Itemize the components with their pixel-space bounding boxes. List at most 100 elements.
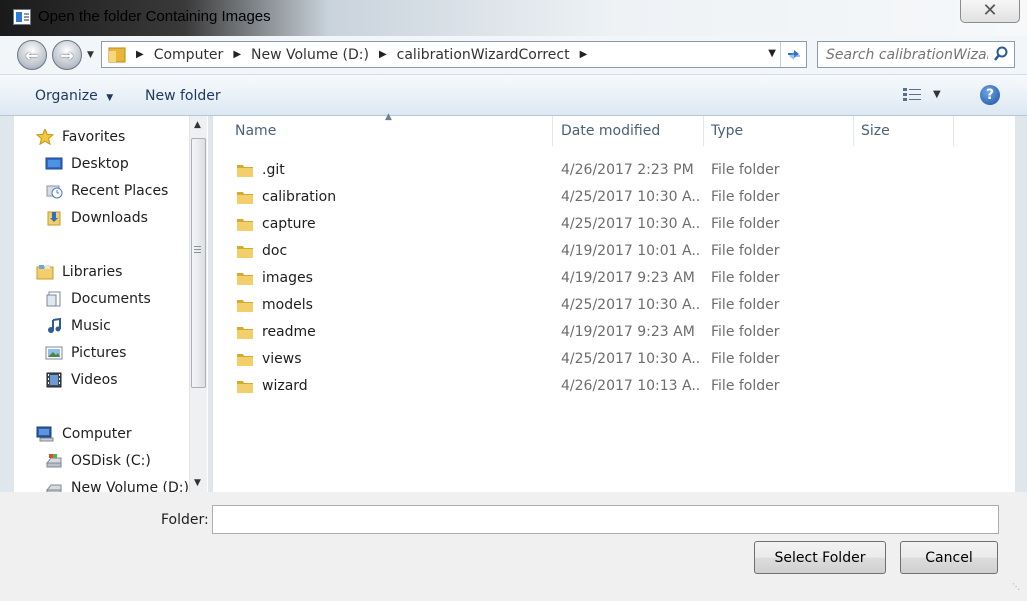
file-name: views: [262, 350, 302, 367]
libraries-icon: [36, 265, 54, 280]
title-bar: Open the folder Containing Images ✕: [0, 0, 1027, 36]
back-arrow-icon: ←: [25, 45, 39, 65]
column-header-size[interactable]: Size: [861, 116, 890, 146]
back-button[interactable]: ←: [17, 40, 47, 70]
file-type: File folder: [711, 296, 780, 313]
nav-item-label: Pictures: [71, 345, 127, 361]
column-divider[interactable]: [953, 116, 954, 146]
file-type: File folder: [711, 188, 780, 205]
folder-icon: [237, 326, 253, 339]
nav-item-label: Downloads: [71, 210, 148, 226]
desktop-icon: [45, 157, 63, 170]
nav-item-recent-places[interactable]: Recent Places: [45, 179, 168, 203]
breadcrumb-separator-icon[interactable]: ▶: [379, 49, 387, 60]
app-icon: [13, 9, 31, 25]
file-type: File folder: [711, 269, 780, 286]
table-row[interactable]: capture 4/25/2017 10:30 A... File folder: [213, 210, 1016, 237]
search-icon[interactable]: [993, 46, 1009, 62]
videos-icon: [46, 372, 62, 388]
column-divider[interactable]: [703, 116, 704, 146]
file-name: wizard: [262, 377, 308, 394]
forward-arrow-icon: →: [60, 45, 74, 65]
nav-item-desktop[interactable]: Desktop: [45, 152, 129, 176]
organize-button[interactable]: Organize ▼: [35, 88, 113, 104]
folder-icon: [237, 272, 253, 285]
resize-grip-icon[interactable]: ⋱: [1012, 582, 1020, 591]
search-box[interactable]: [817, 41, 1015, 68]
view-options-dropdown-icon[interactable]: ▼: [933, 89, 941, 100]
breadcrumb-computer[interactable]: Computer: [154, 47, 224, 63]
folder-icon: [237, 299, 253, 312]
table-row[interactable]: models 4/25/2017 10:30 A... File folder: [213, 291, 1016, 318]
nav-item-music[interactable]: Music: [45, 314, 111, 338]
address-bar[interactable]: ▶ Computer ▶ New Volume (D:) ▶ calibrati…: [101, 41, 807, 68]
chevron-down-icon: ▼: [106, 93, 114, 103]
nav-item-label: Recent Places: [71, 183, 169, 199]
column-header-name[interactable]: Name: [235, 116, 276, 146]
close-button[interactable]: ✕: [960, 0, 1020, 23]
scroll-up-arrow-icon[interactable]: ▲: [194, 120, 201, 130]
breadcrumb-new-volume[interactable]: New Volume (D:): [251, 47, 369, 63]
nav-item-documents[interactable]: Documents: [45, 287, 151, 311]
command-toolbar: Organize ▼ New folder ▼ ?: [0, 74, 1027, 116]
nav-favorites-label: Favorites: [62, 129, 126, 145]
nav-item-downloads[interactable]: Downloads: [45, 206, 148, 230]
table-row[interactable]: readme 4/19/2017 9:23 AM File folder: [213, 318, 1016, 345]
window-title: Open the folder Containing Images: [38, 8, 271, 25]
nav-item-new-volume[interactable]: New Volume (D:): [45, 476, 189, 492]
breadcrumb-separator-icon[interactable]: ▶: [233, 49, 241, 60]
select-folder-button[interactable]: Select Folder: [754, 541, 886, 574]
table-row[interactable]: views 4/25/2017 10:30 A... File folder: [213, 345, 1016, 372]
column-header-date-modified[interactable]: Date modified: [561, 116, 660, 146]
column-divider[interactable]: [552, 116, 553, 146]
file-list: ▲ Name Date modified Type Size .git 4/26…: [212, 112, 1016, 492]
nav-item-pictures[interactable]: Pictures: [45, 341, 126, 365]
column-header-type[interactable]: Type: [711, 116, 743, 146]
file-date-modified: 4/25/2017 10:30 A...: [561, 350, 701, 367]
file-type: File folder: [711, 377, 780, 394]
search-input[interactable]: [818, 42, 988, 67]
file-date-modified: 4/26/2017 2:23 PM: [561, 161, 694, 178]
refresh-icon: [787, 49, 800, 60]
nav-libraries[interactable]: Libraries: [36, 260, 122, 284]
organize-label: Organize: [35, 88, 98, 104]
nav-item-osdisk[interactable]: OSDisk (C:): [45, 449, 151, 473]
navigation-pane: Favorites Desktop Recent Places Download…: [14, 116, 208, 492]
table-row[interactable]: doc 4/19/2017 10:01 A... File folder: [213, 237, 1016, 264]
folder-label: Folder:: [161, 512, 209, 528]
nav-favorites[interactable]: Favorites: [36, 125, 125, 149]
table-row[interactable]: wizard 4/26/2017 10:13 A... File folder: [213, 372, 1016, 399]
file-name: readme: [262, 323, 316, 340]
star-icon: [36, 129, 54, 145]
address-dropdown-icon[interactable]: ▼: [768, 48, 776, 59]
folder-name-input[interactable]: [212, 505, 999, 534]
nav-item-videos[interactable]: Videos: [45, 368, 118, 392]
sort-ascending-icon: ▲: [385, 112, 392, 122]
breadcrumb-separator-icon[interactable]: ▶: [136, 49, 144, 60]
nav-item-label: Documents: [71, 291, 151, 307]
folder-icon: [237, 191, 253, 204]
documents-icon: [46, 291, 61, 307]
cancel-button[interactable]: Cancel: [900, 541, 998, 574]
downloads-icon: [47, 211, 61, 226]
help-icon[interactable]: ?: [980, 85, 1000, 105]
table-row[interactable]: calibration 4/25/2017 10:30 A... File fo…: [213, 183, 1016, 210]
breadcrumb-separator-icon[interactable]: ▶: [580, 49, 588, 60]
file-date-modified: 4/25/2017 10:30 A...: [561, 215, 701, 232]
breadcrumb-calibration-wizard-correct[interactable]: calibrationWizardCorrect: [397, 47, 570, 63]
scrollbar-thumb[interactable]: [191, 138, 206, 388]
change-view-icon[interactable]: [902, 87, 922, 103]
table-row[interactable]: images 4/19/2017 9:23 AM File folder: [213, 264, 1016, 291]
scroll-down-arrow-icon[interactable]: ▼: [194, 478, 201, 488]
recent-pages-dropdown-icon[interactable]: ▼: [87, 50, 94, 60]
new-folder-button[interactable]: New folder: [145, 88, 221, 104]
navigation-pane-scrollbar[interactable]: ▲ ▼: [189, 116, 207, 492]
table-row[interactable]: .git 4/26/2017 2:23 PM File folder: [213, 156, 1016, 183]
refresh-button[interactable]: [780, 42, 806, 67]
nav-computer[interactable]: Computer: [36, 422, 132, 446]
computer-icon: [36, 426, 54, 442]
file-date-modified: 4/19/2017 9:23 AM: [561, 323, 695, 340]
file-type: File folder: [711, 161, 780, 178]
forward-button[interactable]: →: [52, 40, 82, 70]
column-divider[interactable]: [853, 116, 854, 146]
